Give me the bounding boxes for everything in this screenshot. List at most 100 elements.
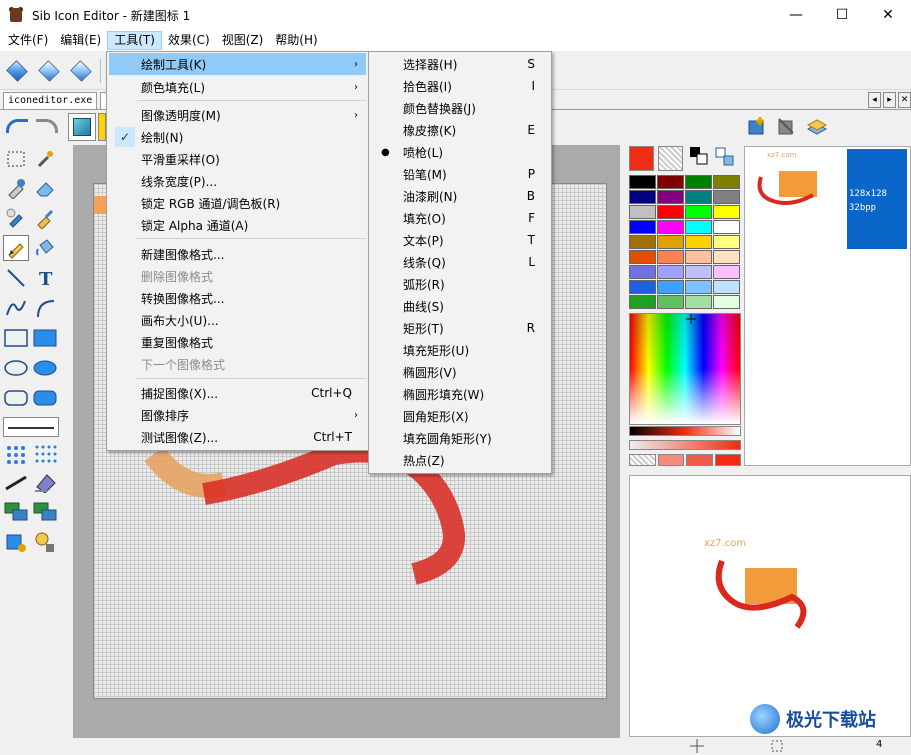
palette-swatch[interactable] (713, 280, 740, 294)
palette-swatch[interactable] (685, 175, 712, 189)
new-icon-button[interactable] (4, 58, 30, 84)
menu-help[interactable]: 帮助(H) (269, 31, 323, 50)
tools-menu-item[interactable]: 绘制(N) ✓ (109, 126, 366, 148)
draw-tool-menu-item[interactable]: 填充圆角矩形(Y) (371, 427, 549, 449)
palette-swatch[interactable] (685, 265, 712, 279)
palette-swatch[interactable] (629, 280, 656, 294)
open-icon-button[interactable] (36, 58, 62, 84)
palette-swatch[interactable] (657, 295, 684, 309)
airbrush-tool[interactable] (3, 205, 29, 231)
palette-swatch[interactable] (657, 205, 684, 219)
menu-view[interactable]: 视图(Z) (216, 31, 270, 50)
text-tool[interactable]: T (32, 265, 58, 291)
draw-tool-menu-item[interactable]: 油漆刷(N) B (371, 185, 549, 207)
palette-swatch[interactable] (713, 205, 740, 219)
tools-menu-item[interactable]: 锁定 Alpha 通道(A) (109, 214, 366, 236)
draw-tool-menu-item[interactable]: 选择器(H) S (371, 53, 549, 75)
menu-effects[interactable]: 效果(C) (162, 31, 216, 50)
palette-swatch[interactable] (685, 205, 712, 219)
draw-tool-menu-item[interactable]: 椭圆形填充(W) (371, 383, 549, 405)
palette-swatch[interactable] (657, 280, 684, 294)
shade-slider[interactable] (629, 426, 741, 436)
redo-icon[interactable] (36, 119, 58, 133)
rounded-rect-tool[interactable] (3, 385, 29, 411)
palette-swatch[interactable] (629, 175, 656, 189)
maximize-button[interactable]: ☐ (819, 0, 865, 30)
transparent-color-swatch[interactable] (658, 146, 683, 171)
menu-edit[interactable]: 编辑(E) (54, 31, 107, 50)
filled-rectangle-tool[interactable] (32, 325, 58, 351)
palette-swatch[interactable] (713, 220, 740, 234)
line-tool[interactable] (3, 265, 29, 291)
brush-tool[interactable] (32, 205, 58, 231)
color-replace-tool[interactable] (3, 175, 29, 201)
save-icon-button[interactable] (68, 58, 94, 84)
draw-tool-menu-item[interactable]: 热点(Z) (371, 449, 549, 471)
palette-swatch[interactable] (629, 220, 656, 234)
doc-tab-iconeditor[interactable]: iconeditor.exe (3, 92, 98, 109)
draw-tool-menu-item[interactable]: 铅笔(M) P (371, 163, 549, 185)
swap-colors-icon[interactable] (689, 146, 709, 168)
filled-rounded-rect-tool[interactable] (32, 385, 58, 411)
key-lock-icon[interactable] (32, 529, 58, 555)
menu-file[interactable]: 文件(F) (2, 31, 54, 50)
alpha-slider[interactable] (629, 440, 741, 450)
format-info-badge[interactable]: 128x128 32bpp (847, 149, 907, 249)
palette-swatch[interactable] (713, 190, 740, 204)
tab-close-icon[interactable]: ✕ (898, 92, 911, 108)
palette-swatch[interactable] (685, 250, 712, 264)
palette-swatch[interactable] (713, 295, 740, 309)
draw-tool-menu-item[interactable]: 填充矩形(U) (371, 339, 549, 361)
palette-swatch[interactable] (629, 235, 656, 249)
color-spectrum[interactable] (629, 313, 741, 425)
tools-menu-item[interactable]: 图像排序 › (109, 404, 366, 426)
tools-menu-item[interactable]: 平滑重采样(O) (109, 148, 366, 170)
cube-view-button[interactable] (68, 113, 96, 141)
yellow-view-button[interactable] (98, 113, 106, 141)
close-button[interactable]: ✕ (865, 0, 911, 30)
palette-swatch[interactable] (629, 205, 656, 219)
ellipse-tool[interactable] (3, 355, 29, 381)
delete-image-icon[interactable] (775, 115, 797, 137)
tools-menu-item[interactable]: 线条宽度(P)... (109, 170, 366, 192)
recent-color-3[interactable] (686, 454, 713, 466)
palette-swatch[interactable] (713, 235, 740, 249)
draw-tool-menu-item[interactable]: 椭圆形(V) (371, 361, 549, 383)
tools-menu-item[interactable]: 画布大小(U)... (109, 309, 366, 331)
tools-menu-item[interactable]: 图像透明度(M) › (109, 104, 366, 126)
tab-next-icon[interactable]: ▸ (883, 92, 896, 108)
tools-menu-item[interactable]: 捕捉图像(X)... Ctrl+Q (109, 382, 366, 404)
recent-color-1[interactable] (629, 454, 656, 466)
palette-swatch[interactable] (657, 235, 684, 249)
palette-swatch[interactable] (657, 175, 684, 189)
palette-swatch[interactable] (657, 250, 684, 264)
palette-swatch[interactable] (685, 295, 712, 309)
palette-swatch[interactable] (629, 265, 656, 279)
menu-tools[interactable]: 工具(T) (107, 31, 162, 50)
tools-menu-item[interactable]: 新建图像格式... (109, 243, 366, 265)
draw-tool-menu-item[interactable]: 文本(P) T (371, 229, 549, 251)
recent-color-2[interactable] (657, 454, 684, 466)
palette-swatch[interactable] (629, 295, 656, 309)
curve-tool[interactable] (3, 295, 29, 321)
palette-swatch[interactable] (629, 190, 656, 204)
cube-lock-icon[interactable] (3, 529, 29, 555)
draw-tool-menu-item[interactable]: 线条(Q) L (371, 251, 549, 273)
draw-tool-menu-item[interactable]: 拾色器(I) I (371, 75, 549, 97)
arc-tool[interactable] (32, 295, 58, 321)
spray-pattern-large[interactable] (32, 441, 58, 467)
tools-menu-item[interactable]: 转换图像格式... (109, 287, 366, 309)
draw-tool-menu-item[interactable]: 喷枪(L) ● (371, 141, 549, 163)
layers-icon[interactable] (806, 115, 828, 137)
recent-color-4[interactable] (714, 454, 741, 466)
eyedropper-tool[interactable] (32, 146, 58, 172)
marquee-select-tool[interactable] (3, 146, 29, 172)
palette-swatch[interactable] (713, 265, 740, 279)
layer-overlay-tool[interactable] (3, 499, 29, 525)
draw-tool-menu-item[interactable]: 矩形(T) R (371, 317, 549, 339)
draw-tool-menu-item[interactable]: 曲线(S) (371, 295, 549, 317)
line-width-selector[interactable] (3, 417, 59, 437)
draw-tool-menu-item[interactable]: 弧形(R) (371, 273, 549, 295)
tools-menu-item[interactable]: 测试图像(Z)... Ctrl+T (109, 426, 366, 448)
add-image-icon[interactable] (746, 115, 768, 137)
